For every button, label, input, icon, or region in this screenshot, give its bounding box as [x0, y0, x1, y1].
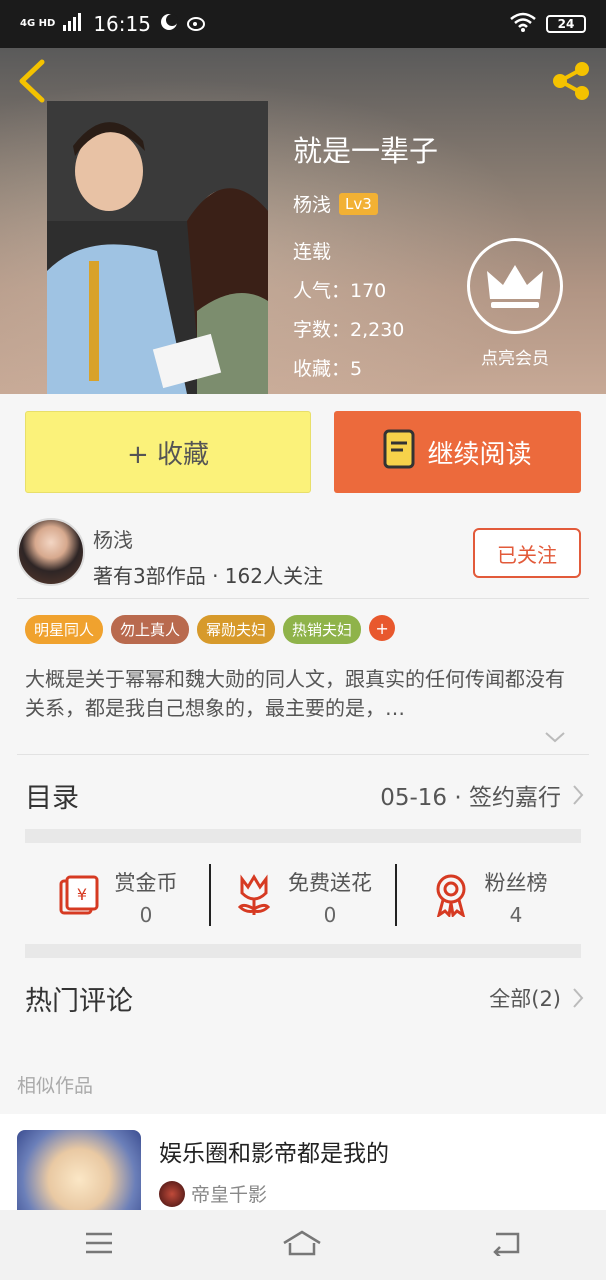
collect-button[interactable]: + 收藏 — [25, 411, 311, 493]
wifi-icon — [510, 12, 536, 36]
engagement-row: ¥ 赏金币 0 免费送花 0 粉丝榜 4 — [25, 850, 581, 944]
weibo-icon — [186, 12, 207, 36]
serial-status: 连载 — [293, 241, 332, 263]
expand-summary-button[interactable] — [543, 727, 567, 747]
book-icon — [383, 429, 415, 476]
stat-label: 免费送花 — [288, 871, 372, 895]
share-icon — [553, 62, 589, 100]
home-button[interactable] — [282, 1229, 322, 1261]
book-title: 就是一辈子 — [293, 134, 439, 168]
collect-label: + 收藏 — [126, 439, 210, 470]
back-nav-button[interactable] — [490, 1230, 522, 1260]
favorites-count: 收藏：5 — [293, 358, 363, 380]
tag-item[interactable]: 勿上真人 — [111, 615, 190, 644]
chevron-down-icon — [545, 732, 565, 743]
catalog-row[interactable]: 目录 05-16 · 签约嘉行 — [25, 760, 585, 830]
level-badge: Lv3 — [339, 192, 378, 215]
continue-reading-button[interactable]: 继续阅读 — [334, 411, 581, 493]
clock: 16:15 — [93, 12, 151, 36]
action-bar: + 收藏 继续阅读 — [0, 394, 606, 510]
book-info: 就是一辈子 杨浅 Lv3 连载 人气：170 字数：2,230 收藏：5 — [293, 128, 438, 393]
reward-coins-button[interactable]: ¥ 赏金币 0 — [25, 850, 209, 944]
signal-icon — [63, 12, 85, 36]
flower-icon — [234, 873, 274, 921]
author-row[interactable]: 杨浅 Lv3 — [293, 190, 438, 217]
hot-comments-title: 热门评论 — [25, 985, 133, 1017]
similar-work-cover[interactable] — [17, 1130, 141, 1210]
popularity: 人气：170 — [293, 280, 387, 302]
tag-list: 明星同人 勿上真人 幂勋夫妇 热销夫妇 + — [25, 615, 396, 644]
section-separator — [25, 829, 581, 843]
word-count: 字数：2,230 — [293, 319, 405, 341]
cover-photo — [47, 101, 268, 394]
divider — [17, 598, 589, 599]
chevron-right-icon — [573, 785, 584, 805]
stat-value: 4 — [509, 903, 523, 927]
send-flower-button[interactable]: 免费送花 0 — [211, 850, 395, 944]
back-chevron-icon — [19, 59, 45, 103]
menu-button[interactable] — [84, 1231, 114, 1259]
fan-ranking-button[interactable]: 粉丝榜 4 — [397, 850, 581, 944]
similar-work-card[interactable]: 娱乐圈和影帝都是我的 帝皇千影 — [0, 1114, 606, 1210]
moon-icon — [159, 12, 179, 37]
share-button[interactable] — [548, 58, 596, 106]
book-header: 就是一辈子 杨浅 Lv3 连载 人气：170 字数：2,230 收藏：5 点亮会… — [0, 48, 606, 394]
hot-comments-row[interactable]: 热门评论 全部(2) — [25, 965, 585, 1031]
tag-item[interactable]: 幂勋夫妇 — [197, 615, 276, 644]
add-tag-button[interactable]: + — [369, 615, 396, 641]
return-icon — [493, 1232, 520, 1258]
similar-works-label: 相似作品 — [17, 1075, 94, 1097]
system-nav-bar — [0, 1210, 606, 1280]
latest-chapter: 05-16 · 签约嘉行 — [380, 785, 561, 811]
similar-work-author: 帝皇千影 — [159, 1180, 267, 1207]
home-icon — [283, 1230, 321, 1256]
follow-button[interactable]: 已关注 — [473, 528, 581, 578]
divider — [17, 754, 589, 755]
svg-text:¥: ¥ — [76, 885, 86, 904]
section-separator — [25, 944, 581, 958]
tag-item[interactable]: 明星同人 — [25, 615, 104, 644]
author-name[interactable]: 杨浅 — [293, 190, 331, 217]
catalog-title: 目录 — [25, 782, 79, 814]
tag-item[interactable]: 热销夫妇 — [283, 615, 362, 644]
all-comments-label: 全部(2) — [489, 987, 561, 1011]
author-avatar — [159, 1180, 185, 1207]
stat-label: 粉丝榜 — [484, 871, 548, 895]
book-summary[interactable]: 大概是关于幂幂和魏大勋的同人文，跟真实的任何传闻都没有关系，都是我自己想象的，最… — [25, 665, 575, 723]
stat-value: 0 — [323, 903, 337, 927]
stat-label: 赏金币 — [114, 871, 178, 895]
menu-icon — [86, 1232, 112, 1254]
vip-button[interactable]: 点亮会员 — [465, 238, 565, 369]
similar-author-name: 帝皇千影 — [191, 1184, 268, 1206]
crown-icon — [467, 238, 563, 334]
chevron-right-icon — [573, 988, 584, 1008]
battery-indicator: 24 — [546, 15, 586, 33]
continue-reading-label: 继续阅读 — [427, 439, 532, 470]
author-stats: 著有3部作品 · 162人关注 — [93, 564, 323, 588]
vip-label: 点亮会员 — [481, 349, 549, 369]
book-cover[interactable] — [47, 101, 268, 394]
red-envelope-icon: ¥ — [57, 873, 101, 921]
status-bar: 4G HD 16:15 24 — [0, 0, 606, 48]
author-avatar[interactable] — [17, 518, 85, 586]
similar-work-title[interactable]: 娱乐圈和影帝都是我的 — [159, 1134, 389, 1168]
stat-value: 0 — [139, 903, 153, 927]
medal-icon — [431, 873, 471, 921]
back-button[interactable] — [14, 58, 54, 106]
author-section: 杨浅 著有3部作品 · 162人关注 已关注 — [0, 510, 606, 600]
all-comments-link[interactable]: 全部(2) — [489, 983, 585, 1013]
network-indicator: 4G HD — [20, 18, 56, 29]
catalog-latest: 05-16 · 签约嘉行 — [380, 778, 585, 812]
author-section-name[interactable]: 杨浅 — [93, 524, 133, 553]
